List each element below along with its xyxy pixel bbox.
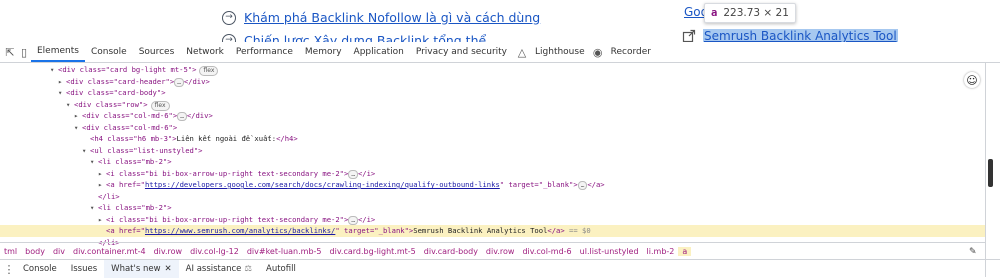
collapse-triangle-icon[interactable]: ▾ <box>90 202 98 214</box>
flex-badge[interactable]: flex <box>150 100 170 111</box>
ellipsis-badge[interactable]: … <box>174 77 184 87</box>
breadcrumb-item[interactable]: div.card.bg-light.mt-5 <box>326 247 420 256</box>
expand-triangle-icon[interactable]: ▸ <box>74 110 82 122</box>
dom-node[interactable]: ▾ <ul class="list-unstyled"> <box>82 145 203 157</box>
breadcrumb-item[interactable]: div.card-body <box>420 247 482 256</box>
drawer-menu-icon[interactable]: ⋮ <box>2 262 16 276</box>
breadcrumb-item[interactable]: div.row <box>150 247 187 256</box>
dom-node[interactable]: ▸ <i class="bi bi-box-arrow-up-right text… <box>98 214 375 226</box>
collapse-triangle-icon[interactable]: ▾ <box>74 122 82 134</box>
breadcrumb-item[interactable]: div.col-md-6 <box>518 247 575 256</box>
expand-triangle-icon[interactable]: ▸ <box>98 179 106 191</box>
circle-arrow-right-icon: → <box>222 33 236 42</box>
tab-lighthouse[interactable]: Lighthouse <box>529 42 591 62</box>
dom-node[interactable]: </li> <box>98 191 120 203</box>
breadcrumb-item[interactable]: li.mb-2 <box>643 247 679 256</box>
tab-elements[interactable]: Elements <box>31 42 85 62</box>
related-link-2[interactable]: Chiến lược Xây dựng Backlink tổng thể <box>244 33 486 42</box>
related-link-row-1[interactable]: → Khám phá Backlink Nofollow là gì và cá… <box>222 10 540 25</box>
devtools-drawer-tabs: ⋮ Console Issues What's new ✕ AI assistan… <box>0 259 1000 278</box>
dom-node[interactable]: ▸ <div class="card-header">… </div> <box>58 76 210 88</box>
recorder-icon: ◉ <box>592 45 603 59</box>
breadcrumb: tml body div div.container.mt-4 div.row div.c… <box>0 242 985 259</box>
dom-node[interactable]: ▾ <div class="card bg-light mt-5"> flex <box>50 64 219 76</box>
devtools-tab-bar: ⇱ ▯ Elements Console Sources Network Per… <box>0 42 1000 63</box>
web-page-area: → Khám phá Backlink Nofollow là gì và cá… <box>0 0 1000 42</box>
tab-application[interactable]: Application <box>348 42 410 62</box>
collapse-triangle-icon[interactable]: ▾ <box>82 145 90 157</box>
tab-console[interactable]: Console <box>85 42 133 62</box>
dom-node[interactable]: ▸ <i class="bi bi-box-arrow-up-right text… <box>98 168 375 180</box>
breadcrumb-item[interactable]: div#ket-luan.mb-5 <box>243 247 326 256</box>
href-link[interactable]: https://developers.google.com/search/doc… <box>145 180 500 189</box>
expand-triangle-icon[interactable]: ▸ <box>98 214 106 226</box>
scrollbar-thumb[interactable] <box>988 159 993 187</box>
collapse-triangle-icon[interactable]: ▾ <box>58 87 66 99</box>
external-link-icon <box>682 29 696 42</box>
close-icon[interactable]: ✕ <box>165 264 172 274</box>
drawer-tab-whats-new[interactable]: What's new ✕ <box>104 260 179 278</box>
expand-triangle-icon[interactable]: ▸ <box>58 76 66 88</box>
tab-memory[interactable]: Memory <box>299 42 348 62</box>
dom-node-selected[interactable]: <a href="https://www.semrush.com/analyti… <box>0 225 985 237</box>
breadcrumb-item[interactable]: tml <box>0 247 21 256</box>
flex-badge[interactable]: flex <box>199 66 219 76</box>
dom-node[interactable]: ▾ <div class="row"> flex <box>66 99 170 111</box>
expand-triangle-icon[interactable]: ▸ <box>98 168 106 180</box>
flask-icon: ⚖ <box>244 264 253 274</box>
circle-arrow-right-icon: → <box>222 10 236 25</box>
semrush-link-highlighted[interactable]: Semrush Backlink Analytics Tool <box>703 29 898 42</box>
tooltip-tag: a <box>711 7 718 19</box>
href-link[interactable]: https://www.semrush.com/analytics/backli… <box>145 226 335 235</box>
breadcrumb-item[interactable]: body <box>21 247 49 256</box>
collapse-triangle-icon[interactable]: ▾ <box>90 156 98 168</box>
breadcrumb-item[interactable]: div.col-lg-12 <box>186 247 243 256</box>
devtools-panel: ⇱ ▯ Elements Console Sources Network Per… <box>0 42 1000 278</box>
dom-node[interactable]: <h4 class="h6 mb-3">Liên kết ngoài đề xu… <box>90 133 298 145</box>
elements-dom-tree[interactable]: ▾ <div class="card bg-light mt-5"> flex ▸ <… <box>0 63 985 261</box>
device-toolbar-icon[interactable]: ▯ <box>17 45 31 59</box>
dom-node[interactable]: ▸ <div class="col-md-6">… </div> <box>74 110 213 122</box>
collapse-triangle-icon[interactable]: ▾ <box>50 64 58 76</box>
tab-recorder[interactable]: Recorder <box>605 42 657 62</box>
breadcrumb-item[interactable]: a <box>678 246 692 256</box>
accessibility-icon[interactable]: ☺ <box>964 72 980 88</box>
tab-privacy-security[interactable]: Privacy and security <box>410 42 513 62</box>
related-link-1[interactable]: Khám phá Backlink Nofollow là gì và cách… <box>244 10 540 25</box>
related-link-row-2[interactable]: → Chiến lược Xây dựng Backlink tổng thể <box>222 33 486 42</box>
breadcrumb-item[interactable]: div <box>49 247 69 256</box>
dom-node[interactable]: ▾ <li class="mb-2"> <box>90 156 172 168</box>
ellipsis-badge[interactable]: … <box>577 181 588 190</box>
drawer-tab-ai-assistance[interactable]: AI assistance ⚖ <box>179 260 259 278</box>
dom-node[interactable]: ▸ <a href="https://developers.google.com/… <box>98 179 605 191</box>
lighthouse-icon: △ <box>517 45 527 59</box>
dom-node[interactable]: ▾ <div class="card-body"> <box>58 87 166 99</box>
ellipsis-badge[interactable]: … <box>348 169 358 179</box>
tooltip-size: 223.73 × 21 <box>723 7 789 19</box>
collapse-triangle-icon[interactable]: ▾ <box>66 99 74 111</box>
dom-node[interactable]: ▾ <div class="col-md-6"> <box>74 122 177 134</box>
breadcrumb-item[interactable]: div.row <box>482 247 519 256</box>
ellipsis-badge[interactable]: … <box>177 112 187 121</box>
breadcrumb-item[interactable]: ul.list-unstyled <box>576 247 643 256</box>
tab-performance[interactable]: Performance <box>230 42 299 62</box>
drawer-tab-autofill[interactable]: Autofill <box>259 260 303 278</box>
tab-sources[interactable]: Sources <box>133 42 181 62</box>
ellipsis-badge[interactable]: … <box>348 215 358 225</box>
tab-network[interactable]: Network <box>180 42 230 62</box>
inspect-element-icon[interactable]: ⇱ <box>3 45 17 59</box>
drawer-tab-console[interactable]: Console <box>16 260 64 278</box>
dom-node[interactable]: ▾ <li class="mb-2"> <box>90 202 172 214</box>
element-inspect-tooltip: a 223.73 × 21 <box>704 3 796 23</box>
drawer-tab-issues[interactable]: Issues <box>64 260 104 278</box>
breadcrumb-item[interactable]: div.container.mt-4 <box>69 247 150 256</box>
